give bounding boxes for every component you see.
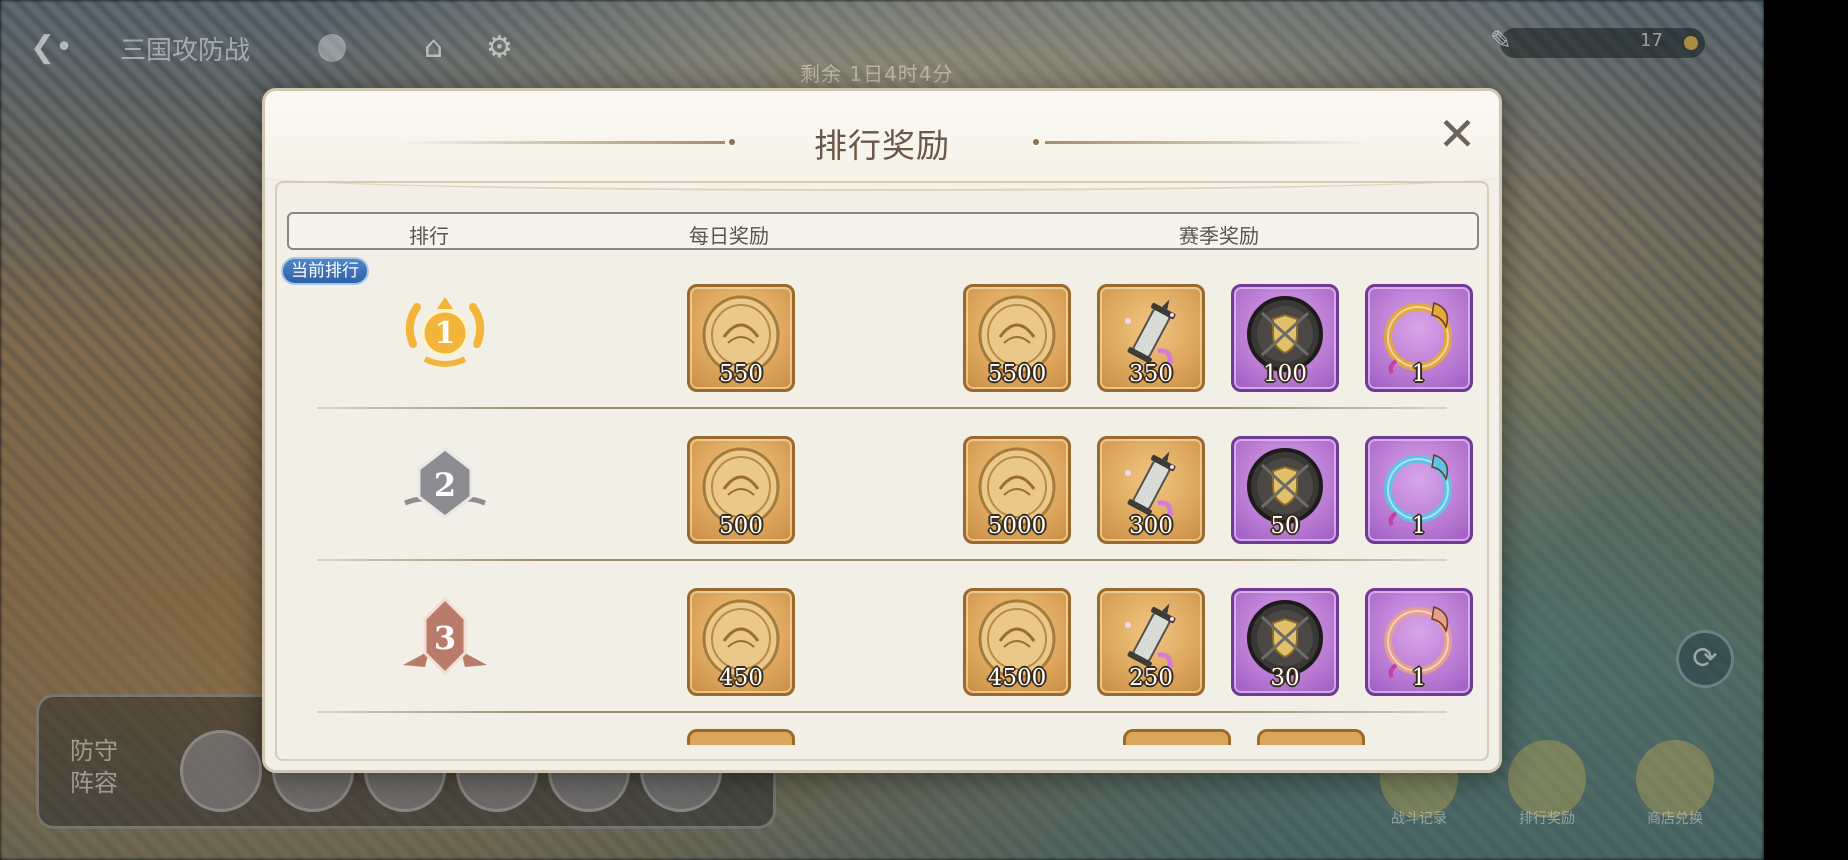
refresh-button[interactable]: ⟳: [1676, 630, 1734, 688]
reward-count: 5500: [987, 361, 1047, 387]
settings-icon[interactable]: ⚙: [486, 30, 513, 65]
reward-item-coin[interactable]: 500: [687, 436, 795, 544]
column-header-daily: 每日奖励: [689, 224, 769, 248]
table-row: 1 550 5500 350 100 1: [287, 259, 1479, 409]
shop-exchange-label: 商店兑换: [1647, 811, 1703, 827]
table-header: 排行 每日奖励 赛季奖励: [287, 212, 1479, 250]
reward-item-dragon-ring[interactable]: 1: [1365, 284, 1473, 392]
reward-item-coin[interactable]: 450: [687, 588, 795, 696]
season-timer: 剩余 1日4时4分: [800, 62, 954, 86]
reward-count: 4500: [987, 665, 1047, 691]
reward-item-shield-badge[interactable]: 100: [1231, 284, 1339, 392]
row-divider: [317, 559, 1447, 561]
reward-item-dragon-ring[interactable]: 1: [1365, 588, 1473, 696]
reward-count: 300: [1129, 513, 1173, 539]
reward-count: 500: [719, 513, 763, 539]
reward-count: 1: [1411, 361, 1427, 387]
table-row: 2 500 5000 300 50 1: [287, 411, 1479, 561]
column-header-rank: 排行: [409, 224, 449, 248]
reward-item-coin[interactable]: 4500: [963, 588, 1071, 696]
row-divider: [317, 407, 1447, 409]
rank-reward-button[interactable]: [1508, 740, 1586, 818]
rank-reward-modal: 排行奖励 ✕ 排行 每日奖励 赛季奖励 当前排行 1 550 5500 350 100…: [262, 88, 1502, 773]
battle-record-label: 战斗记录: [1391, 811, 1447, 827]
formation-label: 防守阵容: [70, 737, 118, 797]
reward-item-scroll[interactable]: 300: [1097, 436, 1205, 544]
currency-bar: [1500, 28, 1705, 58]
reward-count: 50: [1270, 513, 1300, 539]
reward-item-coin[interactable]: 5000: [963, 436, 1071, 544]
svg-text:3: 3: [434, 619, 456, 657]
rank-2-badge-icon: 2: [395, 441, 495, 531]
shop-exchange-button[interactable]: [1636, 740, 1714, 818]
reward-item-coin[interactable]: 5500: [963, 284, 1071, 392]
home-icon[interactable]: ⌂: [424, 30, 443, 65]
reward-item-dragon-ring[interactable]: 1: [1365, 436, 1473, 544]
svg-text:1: 1: [435, 316, 456, 351]
rank-1-badge-icon: 1: [395, 289, 495, 379]
table-row: 3 450 4500 250 30 1: [287, 563, 1479, 713]
reward-count: 30: [1270, 665, 1300, 691]
modal-header: 排行奖励 ✕: [265, 91, 1499, 191]
currency-value: 17: [1640, 30, 1663, 51]
reward-count: 5000: [987, 513, 1047, 539]
close-button[interactable]: ✕: [1433, 111, 1481, 159]
reward-count: 350: [1129, 361, 1173, 387]
help-icon[interactable]: [318, 34, 346, 62]
ticket-icon: ✎: [1490, 26, 1512, 56]
reward-item[interactable]: [1257, 729, 1365, 745]
title-ornament-dot: [1033, 139, 1039, 145]
row-divider: [317, 711, 1447, 713]
currency-coin-icon: [1684, 36, 1698, 50]
screen-title: 三国攻防战: [120, 36, 251, 66]
rank-reward-label: 排行奖励: [1519, 811, 1575, 827]
reward-item[interactable]: [1123, 729, 1231, 745]
reward-count: 1: [1411, 665, 1427, 691]
back-button[interactable]: ❮•: [30, 28, 86, 68]
column-header-season: 赛季奖励: [1179, 224, 1259, 248]
reward-item-scroll[interactable]: 350: [1097, 284, 1205, 392]
reward-item-shield-badge[interactable]: 50: [1231, 436, 1339, 544]
reward-count: 100: [1263, 361, 1307, 387]
table-row: [287, 729, 1479, 745]
reward-count: 450: [719, 665, 763, 691]
reward-item-coin[interactable]: 550: [687, 284, 795, 392]
rank-3-badge-icon: 3: [395, 593, 495, 683]
title-ornament-line: [1045, 141, 1375, 144]
reward-item[interactable]: [687, 729, 795, 745]
reward-item-shield-badge[interactable]: 30: [1231, 588, 1339, 696]
reward-count: 550: [719, 361, 763, 387]
reward-item-scroll[interactable]: 250: [1097, 588, 1205, 696]
reward-count: 250: [1129, 665, 1173, 691]
svg-text:2: 2: [434, 466, 456, 504]
hero-avatar[interactable]: [180, 730, 262, 812]
screen-edge-band: [1764, 0, 1848, 860]
reward-count: 1: [1411, 513, 1427, 539]
